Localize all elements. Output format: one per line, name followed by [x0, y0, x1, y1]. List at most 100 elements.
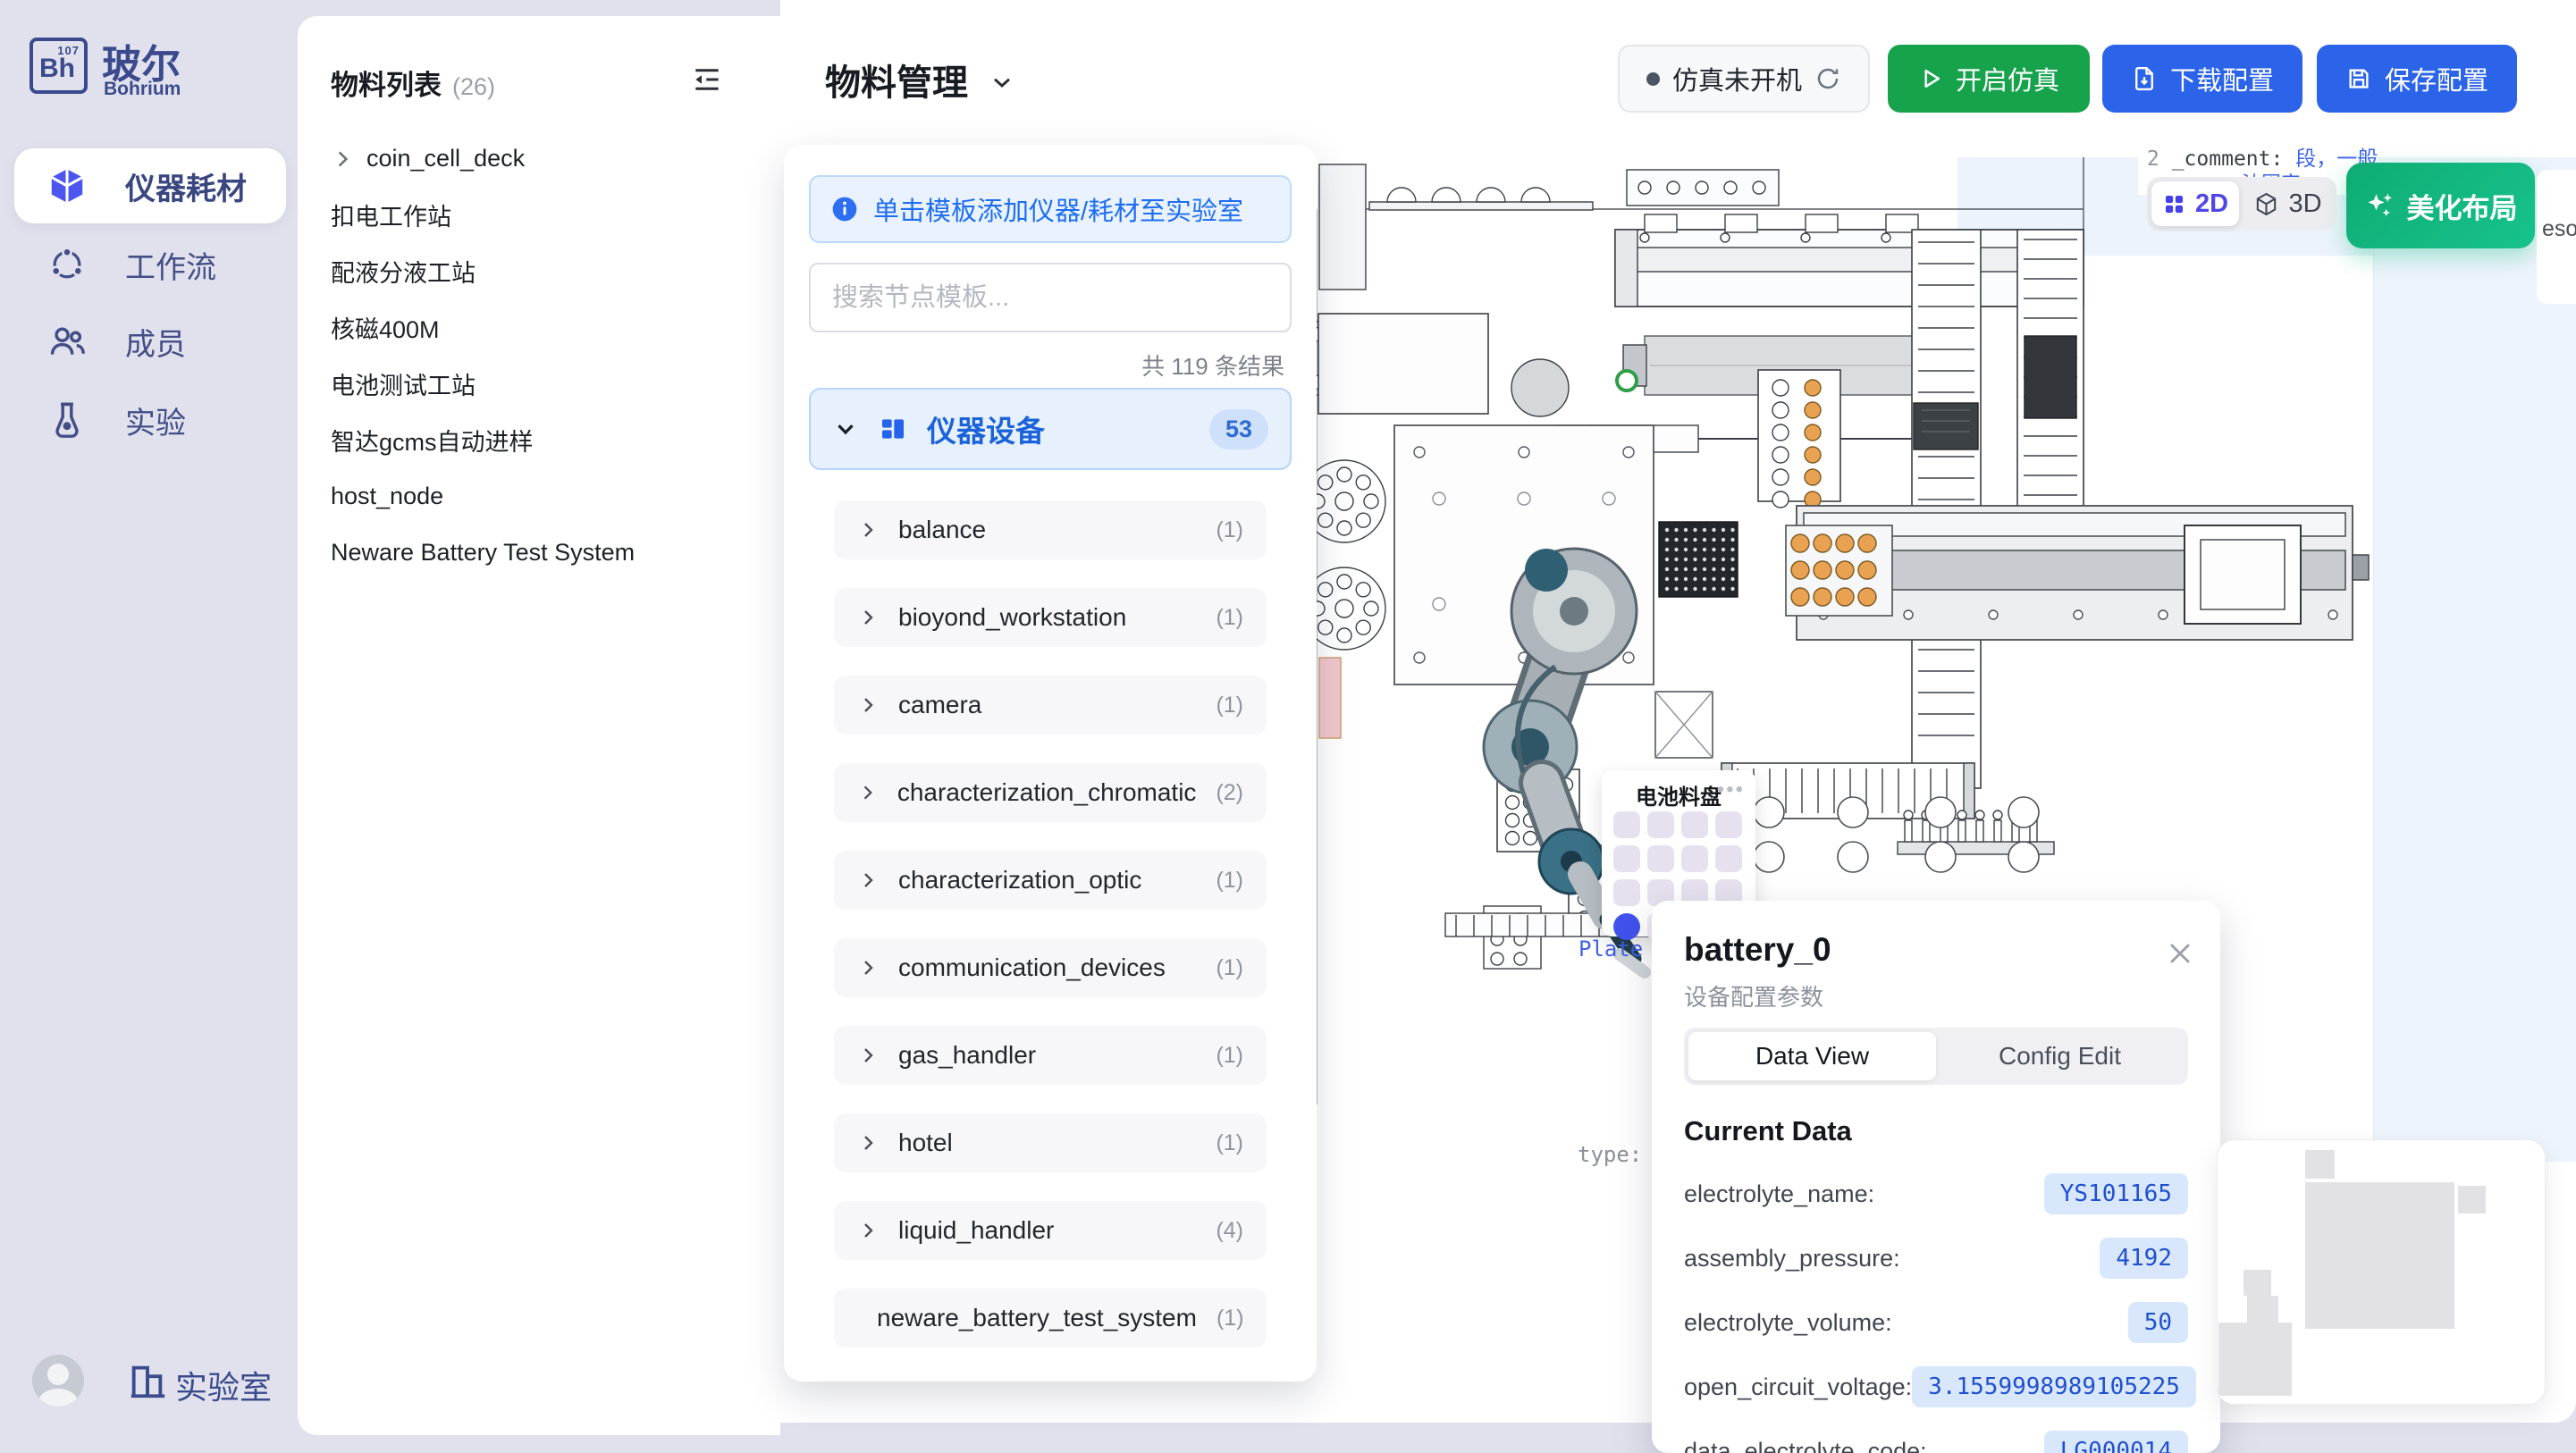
- template-list-item[interactable]: communication_devices (1): [834, 938, 1267, 997]
- chevron-down-icon: [988, 68, 1016, 97]
- sidebar-item-experiments[interactable]: 实验: [14, 382, 286, 458]
- tray-cell[interactable]: [1647, 845, 1674, 872]
- tray-cell[interactable]: [1613, 845, 1640, 872]
- minimap-block: [2305, 1182, 2454, 1329]
- material-item-label: 电池测试工站: [331, 366, 476, 401]
- tray-cell[interactable]: [1613, 879, 1640, 906]
- detail-field-row: electrolyte_volume: 50: [1684, 1290, 2188, 1355]
- material-list-item[interactable]: coin_cell_deck: [331, 130, 751, 187]
- minimap[interactable]: [2217, 1139, 2546, 1405]
- cube-3d-icon: [2253, 191, 2279, 217]
- template-list-item[interactable]: characterization_optic (1): [834, 851, 1267, 910]
- canvas-right-column: [2373, 157, 2576, 1162]
- template-panel: 单击模板添加仪器/耗材至实验室 共 119 条结果 仪器设备 53 balanc…: [784, 145, 1317, 1382]
- play-icon: [1918, 66, 1943, 91]
- material-list-item[interactable]: 电池测试工站: [331, 356, 751, 412]
- template-item-name: characterization_optic: [898, 866, 1141, 894]
- minimap-block: [2458, 1186, 2486, 1214]
- minimap-block: [2305, 1150, 2335, 1179]
- material-list-item[interactable]: 核磁400M: [331, 299, 751, 356]
- sidebar-item-workflow[interactable]: 工作流: [14, 227, 286, 302]
- tray-cell[interactable]: [1647, 811, 1674, 838]
- search-input[interactable]: [809, 263, 1292, 332]
- tab-data-view[interactable]: Data View: [1688, 1032, 1936, 1080]
- material-item-label: 配液分液工站: [331, 254, 476, 289]
- template-item-count: (1): [1216, 1043, 1243, 1069]
- avatar[interactable]: [32, 1355, 84, 1407]
- material-list-item[interactable]: 配液分液工站: [331, 243, 751, 299]
- close-icon[interactable]: [2165, 938, 2195, 969]
- template-list-item[interactable]: characterization_chromatic (2): [834, 763, 1267, 822]
- tray-cell[interactable]: [1715, 811, 1742, 838]
- tray-cell[interactable]: [1613, 913, 1640, 940]
- download-config-button[interactable]: 下载配置: [2102, 45, 2302, 113]
- chevron-down-icon: [832, 416, 859, 442]
- sidebar-item-label: 仪器耗材: [125, 164, 247, 208]
- template-list-item[interactable]: camera (1): [834, 676, 1267, 735]
- view-2d-button[interactable]: 2D: [2151, 181, 2239, 226]
- section-badge: 53: [1209, 409, 1268, 449]
- minimap-block: [2218, 1323, 2292, 1396]
- lab-switcher[interactable]: 实验室: [175, 1362, 272, 1408]
- material-item-label: 核磁400M: [331, 310, 440, 345]
- tray-cell[interactable]: [1715, 845, 1742, 872]
- material-list-item[interactable]: 智达gcms自动进样: [331, 412, 751, 468]
- menu-fold-icon[interactable]: [690, 63, 724, 97]
- detail-field-row: open_circuit_voltage: 3.1559998989105225: [1684, 1355, 2188, 1419]
- beautify-layout-button[interactable]: 美化布局: [2346, 163, 2535, 248]
- template-list-item[interactable]: hotel (1): [834, 1113, 1267, 1172]
- template-list: balance (1) bioyond_workstation (1) came…: [834, 500, 1267, 1376]
- refresh-icon[interactable]: [1814, 65, 1841, 92]
- field-value: 50: [2128, 1302, 2188, 1343]
- template-item-name: hotel: [898, 1129, 953, 1157]
- template-item-count: (1): [1216, 693, 1243, 718]
- detail-fields: electrolyte_name: YS101165 assembly_pres…: [1684, 1162, 2188, 1453]
- status-label: 仿真未开机: [1672, 60, 1802, 97]
- template-item-name: communication_devices: [898, 953, 1166, 982]
- detail-tabs: Data View Config Edit: [1684, 1028, 2188, 1085]
- template-item-count: (2): [1216, 780, 1243, 806]
- sidebar-item-members[interactable]: 成员: [14, 304, 286, 379]
- material-item-label: 扣电工作站: [331, 197, 451, 232]
- field-value: YS101165: [2044, 1173, 2188, 1214]
- start-simulation-button[interactable]: 开启仿真: [1888, 45, 2090, 113]
- template-item-count: (1): [1216, 1306, 1244, 1331]
- section-instrument-devices[interactable]: 仪器设备 53: [809, 388, 1292, 470]
- material-list-item[interactable]: 扣电工作站: [331, 187, 751, 243]
- info-icon: [830, 195, 859, 223]
- tray-cell[interactable]: [1681, 811, 1708, 838]
- sidebar-item-instruments[interactable]: 仪器耗材: [14, 148, 286, 223]
- save-config-button[interactable]: 保存配置: [2317, 45, 2517, 113]
- logo-number: 107: [57, 44, 80, 57]
- more-icon[interactable]: •••: [1717, 777, 1745, 802]
- simulation-status[interactable]: 仿真未开机: [1618, 45, 1870, 113]
- detail-field-row: electrolyte_name: YS101165: [1684, 1162, 2188, 1226]
- section-label: 仪器设备: [927, 407, 1190, 450]
- cube-icon: [46, 165, 88, 206]
- chevron-right-icon: [857, 1220, 879, 1241]
- template-list-item[interactable]: bioyond_workstation (1): [834, 588, 1267, 647]
- template-list-item[interactable]: liquid_handler (4): [834, 1201, 1267, 1260]
- material-list: coin_cell_deck 扣电工作站 配液分液工站 核磁400M: [331, 130, 751, 581]
- template-list-item[interactable]: gas_handler (1): [834, 1026, 1267, 1085]
- template-item-name: bioyond_workstation: [898, 603, 1126, 632]
- field-label: open_circuit_voltage:: [1684, 1373, 1912, 1401]
- sidebar-item-label: 实验: [125, 399, 186, 442]
- material-list-item[interactable]: host_node: [331, 468, 751, 525]
- brand-name-en: Bohrium: [104, 79, 181, 100]
- view-mode-toggle: 2D 3D: [2147, 177, 2336, 231]
- tab-config-edit[interactable]: Config Edit: [1936, 1032, 2184, 1080]
- bohrium-logo-icon: Bh 107: [29, 38, 88, 94]
- page-title[interactable]: 物料管理: [825, 54, 1016, 105]
- view-3d-button[interactable]: 3D: [2239, 189, 2336, 219]
- members-icon: [46, 321, 88, 362]
- tray-cell[interactable]: [1613, 811, 1640, 838]
- tray-cell[interactable]: [1681, 845, 1708, 872]
- chevron-right-icon: [857, 782, 878, 803]
- template-list-item[interactable]: balance (1): [834, 500, 1267, 559]
- app-root: Bh 107 玻尔 Bohrium 仪器耗材 工作流: [0, 0, 2576, 1453]
- material-list-item[interactable]: Neware Battery Test System: [331, 525, 751, 581]
- template-list-item[interactable]: neware_battery_test_system (1): [834, 1289, 1267, 1348]
- template-item-name: camera: [898, 691, 981, 719]
- download-icon: [2131, 65, 2158, 92]
